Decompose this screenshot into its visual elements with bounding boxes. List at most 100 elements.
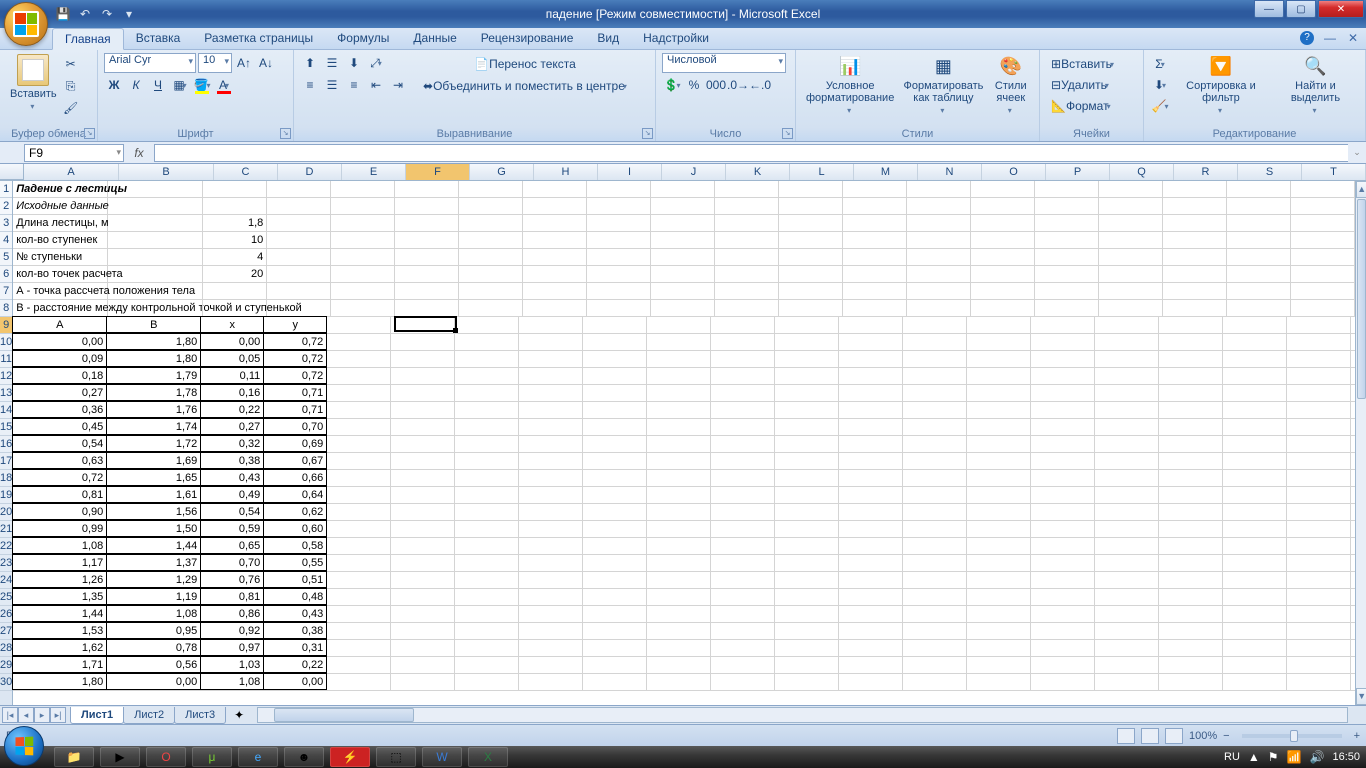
cell-T2[interactable]	[1291, 198, 1355, 214]
cell-D13[interactable]: 0,71	[263, 384, 327, 401]
cell-C6[interactable]: 20	[203, 266, 267, 282]
cell-C14[interactable]: 0,22	[200, 401, 264, 418]
cell-D19[interactable]: 0,64	[263, 486, 327, 503]
cell-C3[interactable]: 1,8	[203, 215, 267, 231]
cell-H24[interactable]	[519, 572, 583, 588]
col-header-R[interactable]: R	[1174, 164, 1238, 180]
cell-H12[interactable]	[519, 368, 583, 384]
cell-E17[interactable]	[327, 453, 391, 469]
border-icon[interactable]: ▦▾	[170, 75, 190, 95]
cell-O12[interactable]	[967, 368, 1031, 384]
cell-J2[interactable]	[651, 198, 715, 214]
cell-I10[interactable]	[583, 334, 647, 350]
cell-F21[interactable]	[391, 521, 455, 537]
cell-E25[interactable]	[327, 589, 391, 605]
cell-M4[interactable]	[843, 232, 907, 248]
cell-C1[interactable]	[203, 181, 267, 197]
cell-P22[interactable]	[1031, 538, 1095, 554]
cell-I23[interactable]	[583, 555, 647, 571]
cell-H20[interactable]	[519, 504, 583, 520]
cell-T22[interactable]	[1287, 538, 1351, 554]
cell-S16[interactable]	[1223, 436, 1287, 452]
cell-A26[interactable]: 1,44	[12, 605, 107, 622]
cell-C15[interactable]: 0,27	[200, 418, 264, 435]
cell-T15[interactable]	[1287, 419, 1351, 435]
cell-S12[interactable]	[1223, 368, 1287, 384]
cell-C7[interactable]	[203, 283, 267, 299]
tray-flag-icon[interactable]: ⚑	[1268, 750, 1279, 764]
row-header-3[interactable]: 3	[0, 215, 12, 232]
task-app2-icon[interactable]: ⬚	[376, 747, 416, 767]
cell-S19[interactable]	[1223, 487, 1287, 503]
cell-F12[interactable]	[391, 368, 455, 384]
cell-C8[interactable]	[203, 300, 267, 316]
cell-A30[interactable]: 1,80	[12, 673, 107, 690]
cell-C23[interactable]: 0,70	[200, 554, 264, 571]
cell-H11[interactable]	[519, 351, 583, 367]
cell-T13[interactable]	[1287, 385, 1351, 401]
cell-R13[interactable]	[1159, 385, 1223, 401]
cell-H21[interactable]	[519, 521, 583, 537]
cell-K18[interactable]	[711, 470, 775, 486]
col-header-B[interactable]: B	[119, 164, 214, 180]
cell-B14[interactable]: 1,76	[106, 401, 201, 418]
cells-area[interactable]: Падение с лестицыИсходные данныеДлина ле…	[13, 181, 1355, 705]
cell-Q1[interactable]	[1099, 181, 1163, 197]
cell-J27[interactable]	[647, 623, 711, 639]
cell-B21[interactable]: 1,50	[106, 520, 201, 537]
wrap-text-button[interactable]: 📄 Перенос текста	[416, 54, 634, 74]
cell-B22[interactable]: 1,44	[106, 537, 201, 554]
col-header-E[interactable]: E	[342, 164, 406, 180]
save-icon[interactable]: 💾	[54, 5, 72, 23]
cell-D20[interactable]: 0,62	[263, 503, 327, 520]
cell-M18[interactable]	[839, 470, 903, 486]
cell-K30[interactable]	[711, 674, 775, 690]
cell-P25[interactable]	[1031, 589, 1095, 605]
cell-Q16[interactable]	[1095, 436, 1159, 452]
cell-B17[interactable]: 1,69	[106, 452, 201, 469]
cell-C22[interactable]: 0,65	[200, 537, 264, 554]
cell-C28[interactable]: 0,97	[200, 639, 264, 656]
cell-J13[interactable]	[647, 385, 711, 401]
cell-M7[interactable]	[843, 283, 907, 299]
scroll-up-icon[interactable]: ▲	[1356, 181, 1366, 198]
cell-I17[interactable]	[583, 453, 647, 469]
cell-D2[interactable]	[267, 198, 331, 214]
formula-input[interactable]	[154, 144, 1348, 162]
row-header-23[interactable]: 23	[0, 555, 12, 572]
cell-B18[interactable]: 1,65	[106, 469, 201, 486]
cell-S8[interactable]	[1227, 300, 1291, 316]
fx-icon[interactable]: fx	[130, 144, 148, 162]
cell-I7[interactable]	[587, 283, 651, 299]
cell-O27[interactable]	[967, 623, 1031, 639]
cell-L18[interactable]	[775, 470, 839, 486]
font-size-combo[interactable]: 10	[198, 53, 232, 73]
cell-M26[interactable]	[839, 606, 903, 622]
cell-P21[interactable]	[1031, 521, 1095, 537]
cell-S9[interactable]	[1223, 317, 1287, 333]
cell-E18[interactable]	[327, 470, 391, 486]
cell-O2[interactable]	[971, 198, 1035, 214]
cell-D29[interactable]: 0,22	[263, 656, 327, 673]
cell-S15[interactable]	[1223, 419, 1287, 435]
percent-icon[interactable]: %	[684, 75, 704, 95]
cell-C21[interactable]: 0,59	[200, 520, 264, 537]
cell-D21[interactable]: 0,60	[263, 520, 327, 537]
cell-K12[interactable]	[711, 368, 775, 384]
cell-R23[interactable]	[1159, 555, 1223, 571]
orientation-icon[interactable]: ⤢▾	[366, 53, 386, 73]
cell-G17[interactable]	[455, 453, 519, 469]
cell-D3[interactable]	[267, 215, 331, 231]
row-header-28[interactable]: 28	[0, 640, 12, 657]
cell-S27[interactable]	[1223, 623, 1287, 639]
tray-network-icon[interactable]: 📶	[1287, 750, 1302, 764]
cell-O3[interactable]	[971, 215, 1035, 231]
view-page-layout-icon[interactable]	[1141, 728, 1159, 744]
cell-P9[interactable]	[1031, 317, 1095, 333]
cell-Q30[interactable]	[1095, 674, 1159, 690]
cell-M29[interactable]	[839, 657, 903, 673]
cell-N16[interactable]	[903, 436, 967, 452]
cell-Q6[interactable]	[1099, 266, 1163, 282]
cell-G8[interactable]	[459, 300, 523, 316]
cell-K2[interactable]	[715, 198, 779, 214]
